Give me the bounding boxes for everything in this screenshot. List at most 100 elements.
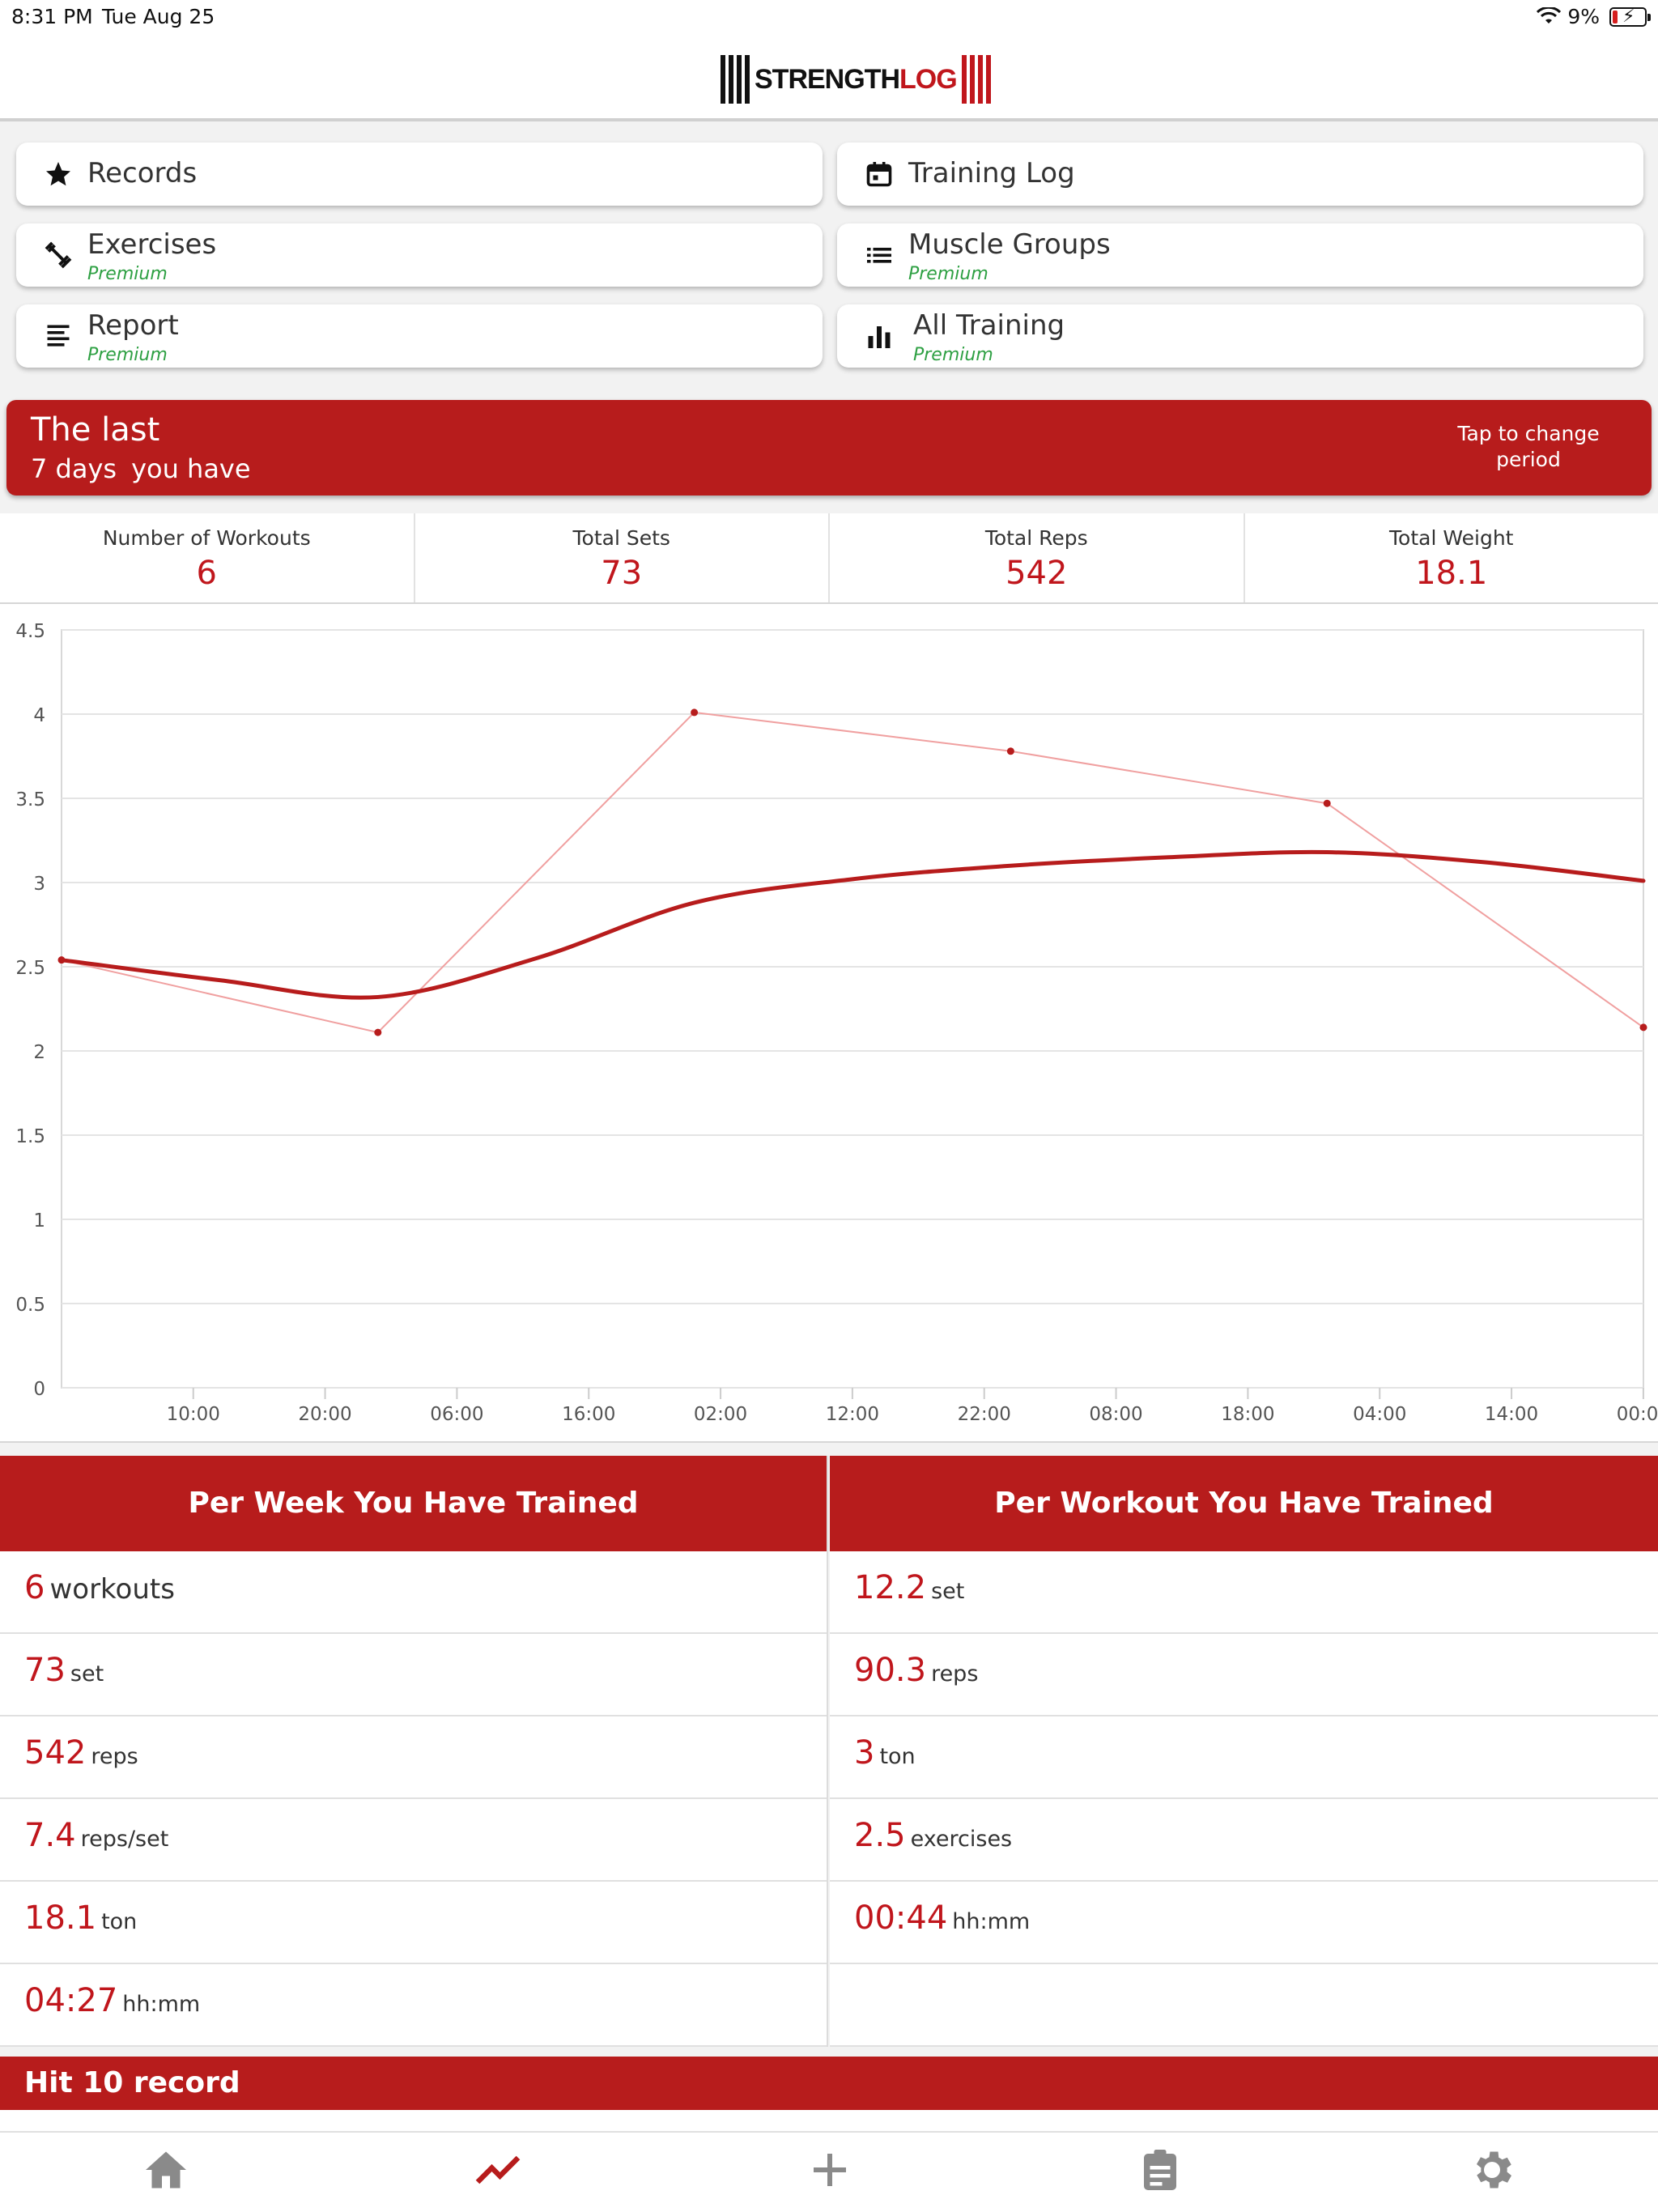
table-row: 18.1 ton <box>0 1882 827 1964</box>
x-tick-label: 18:00 <box>1221 1404 1274 1425</box>
training-chart[interactable]: 0 0.5 1 1.5 2 2.5 3 3.5 4 4.5 10:00 20:00 06:00 16:00… <box>0 604 1658 1443</box>
row-value: 542 <box>24 1734 87 1772</box>
all-training-button[interactable]: All Training Premium <box>837 304 1643 368</box>
muscle-groups-label: Muscle Groups <box>908 228 1111 261</box>
records-label: Records <box>87 157 198 189</box>
row-unit: reps <box>91 1744 138 1769</box>
per-week-table: Per Week You Have Trained 6 workouts 73 se… <box>0 1456 828 2047</box>
y-tick-label: 0 <box>33 1379 45 1400</box>
raw-data-point <box>1639 1023 1647 1032</box>
banner-period: 7 days <box>31 453 117 484</box>
row-value: 3 <box>854 1734 875 1772</box>
row-unit: ton <box>879 1744 916 1769</box>
stat-label: Total Reps <box>984 526 1088 550</box>
muscle-groups-premium-tag: Premium <box>908 264 988 284</box>
battery-percent: 9% <box>1567 5 1600 28</box>
stat-label: Total Weight <box>1389 526 1514 550</box>
logo-strength: STRENGTH <box>755 63 900 95</box>
y-tick-label: 4 <box>33 705 45 726</box>
report-button[interactable]: Report Premium <box>16 304 823 368</box>
calendar-icon <box>866 162 892 187</box>
table-row: 00:44 hh:mm <box>830 1882 1658 1964</box>
row-value: 04:27 <box>24 1982 118 2019</box>
row-value: 90.3 <box>854 1652 927 1689</box>
bottom-tab-bar <box>0 2131 1658 2212</box>
row-value: 7.4 <box>24 1817 76 1854</box>
stat-weight: Total Weight 18.1 <box>1245 513 1658 602</box>
exercises-label: Exercises <box>87 228 217 261</box>
row-value: 12.2 <box>854 1569 927 1606</box>
x-tick-label: 04:00 <box>1353 1404 1406 1425</box>
row-unit: hh:mm <box>952 1909 1031 1934</box>
home-icon[interactable] <box>142 2146 190 2194</box>
row-value: 6 <box>24 1569 45 1606</box>
banner-subtitle: 7 days you have <box>31 453 266 484</box>
report-label: Report <box>87 309 179 342</box>
dumbbell-icon <box>45 241 72 269</box>
table-row: 6 workouts <box>0 1551 827 1634</box>
table-row <box>830 1964 1658 2047</box>
row-unit: set <box>70 1661 104 1687</box>
table-row: 04:27 hh:mm <box>0 1964 827 2047</box>
y-tick-label: 3.5 <box>15 789 45 810</box>
summary-stats: Number of Workouts 6 Total Sets 73 Total R… <box>0 513 1658 604</box>
stat-value: 18.1 <box>1415 555 1488 592</box>
row-value: 73 <box>24 1652 66 1689</box>
clipboard-icon[interactable] <box>1136 2146 1184 2194</box>
stat-label: Total Sets <box>572 526 670 550</box>
row-value: 00:44 <box>854 1899 948 1937</box>
records-button[interactable]: Records <box>16 143 823 206</box>
stat-value: 542 <box>1005 555 1068 592</box>
y-tick-label: 3 <box>33 874 45 895</box>
x-tick-label: 16:00 <box>562 1404 615 1425</box>
table-row: 90.3 reps <box>830 1634 1658 1716</box>
per-week-header: Per Week You Have Trained <box>0 1456 827 1551</box>
bar-chart-icon <box>868 326 891 348</box>
exercises-button[interactable]: Exercises Premium <box>16 223 823 287</box>
report-icon <box>47 325 70 347</box>
table-row: 12.2 set <box>830 1551 1658 1634</box>
tap-to-change-period[interactable]: Tap to change period <box>1448 421 1609 473</box>
app-screen: 8:31 PM Tue Aug 25 9% ⚡ STRENGTHLOG Reco… <box>0 0 1658 2212</box>
stat-sets: Total Sets 73 <box>415 513 830 602</box>
row-unit: set <box>931 1579 965 1604</box>
x-tick-label: 12:00 <box>826 1404 879 1425</box>
star-icon <box>46 162 70 186</box>
row-value: 18.1 <box>24 1899 97 1937</box>
plot-area <box>61 629 1644 1389</box>
status-time: 8:31 PM <box>11 5 93 28</box>
battery-icon: ⚡ <box>1609 6 1651 27</box>
trend-icon[interactable] <box>474 2146 522 2194</box>
gear-icon[interactable] <box>1468 2146 1516 2194</box>
x-tick-label: 22:00 <box>958 1404 1011 1425</box>
row-unit: workouts <box>49 1573 175 1606</box>
stat-label: Number of Workouts <box>102 526 311 550</box>
stat-value: 6 <box>196 555 217 592</box>
status-right: 9% ⚡ <box>1537 5 1651 28</box>
row-value: 2.5 <box>854 1817 906 1854</box>
training-log-button[interactable]: Training Log <box>837 143 1643 206</box>
status-date: Tue Aug 25 <box>102 5 215 28</box>
per-workout-table: Per Workout You Have Trained 12.2 set 90.… <box>830 1456 1658 2047</box>
plus-icon[interactable] <box>806 2146 854 2194</box>
table-row: 73 set <box>0 1634 827 1716</box>
report-premium-tag: Premium <box>87 345 168 365</box>
period-banner[interactable]: The last 7 days you have Tap to change pe… <box>6 400 1652 496</box>
per-workout-header: Per Workout You Have Trained <box>830 1456 1658 1551</box>
stat-workouts: Number of Workouts 6 <box>0 513 415 602</box>
banner-title: The last <box>31 411 160 449</box>
wifi-icon <box>1537 6 1562 23</box>
muscle-groups-button[interactable]: Muscle Groups Premium <box>837 223 1643 287</box>
x-tick-label: 02:00 <box>694 1404 747 1425</box>
all-training-premium-tag: Premium <box>913 345 993 365</box>
y-tick-label: 4.5 <box>15 621 45 642</box>
stat-reps: Total Reps 542 <box>830 513 1245 602</box>
strengthlog-logo: STRENGTHLOG <box>721 52 991 107</box>
list-icon <box>867 248 891 263</box>
table-row: 2.5 exercises <box>830 1799 1658 1882</box>
table-row: 3 ton <box>830 1716 1658 1799</box>
table-row: 542 reps <box>0 1716 827 1799</box>
all-training-label: All Training <box>913 309 1065 342</box>
y-tick-label: 2.5 <box>15 958 45 979</box>
y-tick-label: 1.5 <box>15 1126 45 1147</box>
